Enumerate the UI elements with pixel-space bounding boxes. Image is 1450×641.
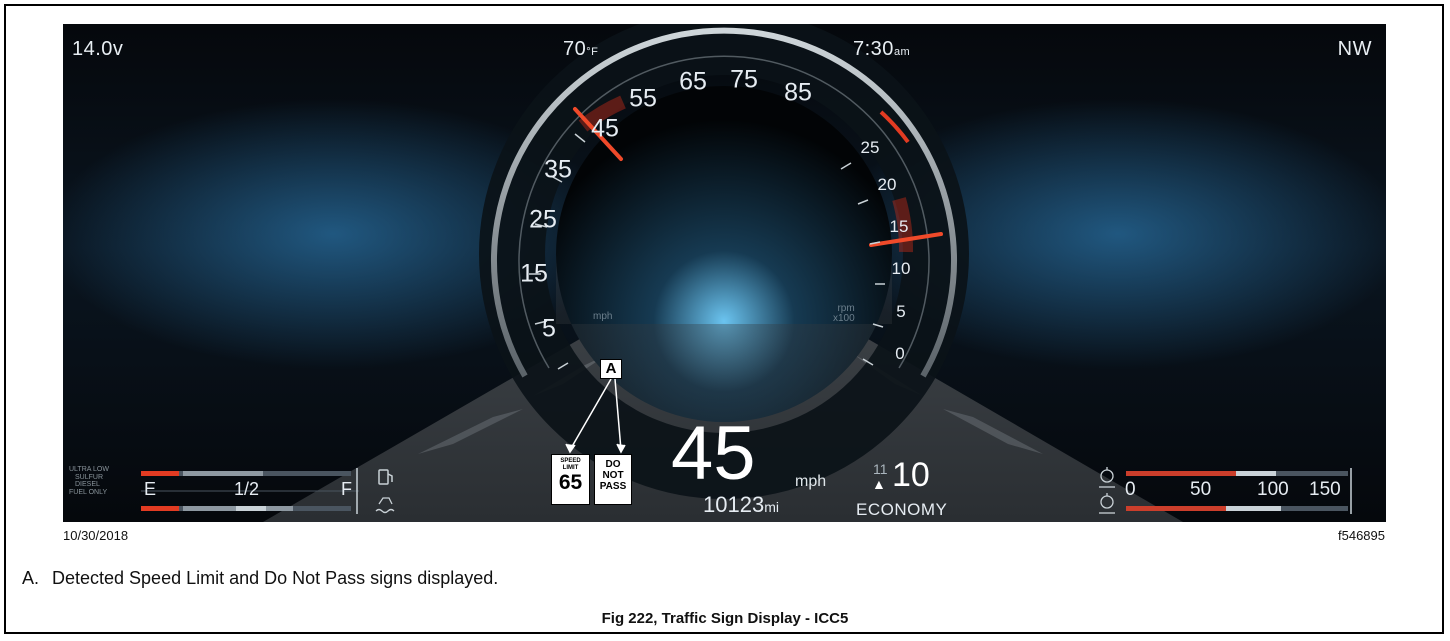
fuel-note-line: FUEL ONLY xyxy=(69,488,108,496)
speed-unit-label: mph xyxy=(593,311,613,322)
temperature-unit: °F xyxy=(586,46,599,58)
callout-a-label: A xyxy=(600,359,622,379)
air-scale-label: 100 xyxy=(1257,479,1289,500)
rpm-unit-line2: x100 xyxy=(833,313,855,324)
speed-label: 25 xyxy=(529,205,557,234)
fuel-note-line: SULFUR xyxy=(75,473,104,481)
fuel-note-line: ULTRA LOW xyxy=(69,466,109,473)
rpm-label: 15 xyxy=(889,217,909,236)
clock: 7:30am xyxy=(853,38,910,61)
air-scale-label: 0 xyxy=(1125,479,1136,500)
digital-speed: 45 xyxy=(671,411,756,496)
speed-label: 45 xyxy=(591,114,619,143)
rpm-label: 10 xyxy=(891,259,911,278)
current-gear: 10 xyxy=(892,456,930,494)
digital-speed-unit: mph xyxy=(795,473,827,490)
do-not-pass-sign: DO NOT PASS xyxy=(594,454,632,505)
fuel-note: ULTRA LOW SULFUR DIESEL FUEL ONLY xyxy=(69,466,109,496)
fuel-empty-label: E xyxy=(144,479,157,499)
outside-temperature: 70°F xyxy=(563,38,598,61)
speed-label: 5 xyxy=(542,314,556,343)
speed-label: 35 xyxy=(544,155,572,184)
rpm-label: 5 xyxy=(896,302,906,321)
speed-limit-sign: SPEED LIMIT 65 xyxy=(551,454,590,505)
do-not-pass-line: NOT xyxy=(602,470,624,481)
speed-label: 55 xyxy=(629,84,657,113)
instrument-cluster-display: 14.0v 70°F 7:30am NW 5 15 25 35 45 55 65… xyxy=(63,24,1386,522)
rpm-label: 20 xyxy=(877,175,897,194)
next-gear: 11 xyxy=(873,461,888,477)
fuel-half-label: 1/2 xyxy=(234,479,260,499)
speed-label: 15 xyxy=(520,259,548,288)
rpm-label: 25 xyxy=(860,138,880,157)
rpm-unit-label: rpm x100 xyxy=(833,304,855,324)
fuel-note-line: DIESEL xyxy=(75,481,100,488)
do-not-pass-line: PASS xyxy=(599,481,627,492)
do-not-pass-line: DO xyxy=(605,459,621,470)
clock-time: 7:30 xyxy=(853,38,894,60)
odometer: 10123mi xyxy=(703,492,779,518)
battery-voltage: 14.0v xyxy=(72,38,124,60)
temperature-value: 70 xyxy=(563,38,587,60)
odometer-unit: mi xyxy=(764,499,779,515)
air-scale-label: 150 xyxy=(1309,479,1341,500)
speed-label: 65 xyxy=(679,67,707,96)
compass-heading: NW xyxy=(1337,38,1372,60)
rpm-label: 0 xyxy=(895,344,905,363)
figure-id: f546895 xyxy=(1338,528,1385,543)
figure-date: 10/30/2018 xyxy=(63,528,129,543)
clock-suffix: am xyxy=(893,46,911,58)
caption-text: Detected Speed Limit and Do Not Pass sig… xyxy=(52,568,499,588)
fuel-full-label: F xyxy=(341,479,352,499)
speed-limit-value: 65 xyxy=(558,471,583,494)
air-scale-label: 50 xyxy=(1190,479,1212,500)
odometer-value: 10123 xyxy=(703,492,765,517)
upshift-arrow-icon: ▲ xyxy=(872,476,886,492)
speed-label: 85 xyxy=(784,78,812,107)
caption-label: A. xyxy=(22,568,40,588)
speed-limit-caption: SPEED LIMIT xyxy=(560,458,581,471)
speed-label: 75 xyxy=(730,65,758,94)
drive-mode: ECONOMY xyxy=(856,500,948,519)
figure-title: Fig 222, Traffic Sign Display - ICC5 xyxy=(601,610,849,627)
caption-item-a: A. Detected Speed Limit and Do Not Pass s… xyxy=(22,568,498,589)
